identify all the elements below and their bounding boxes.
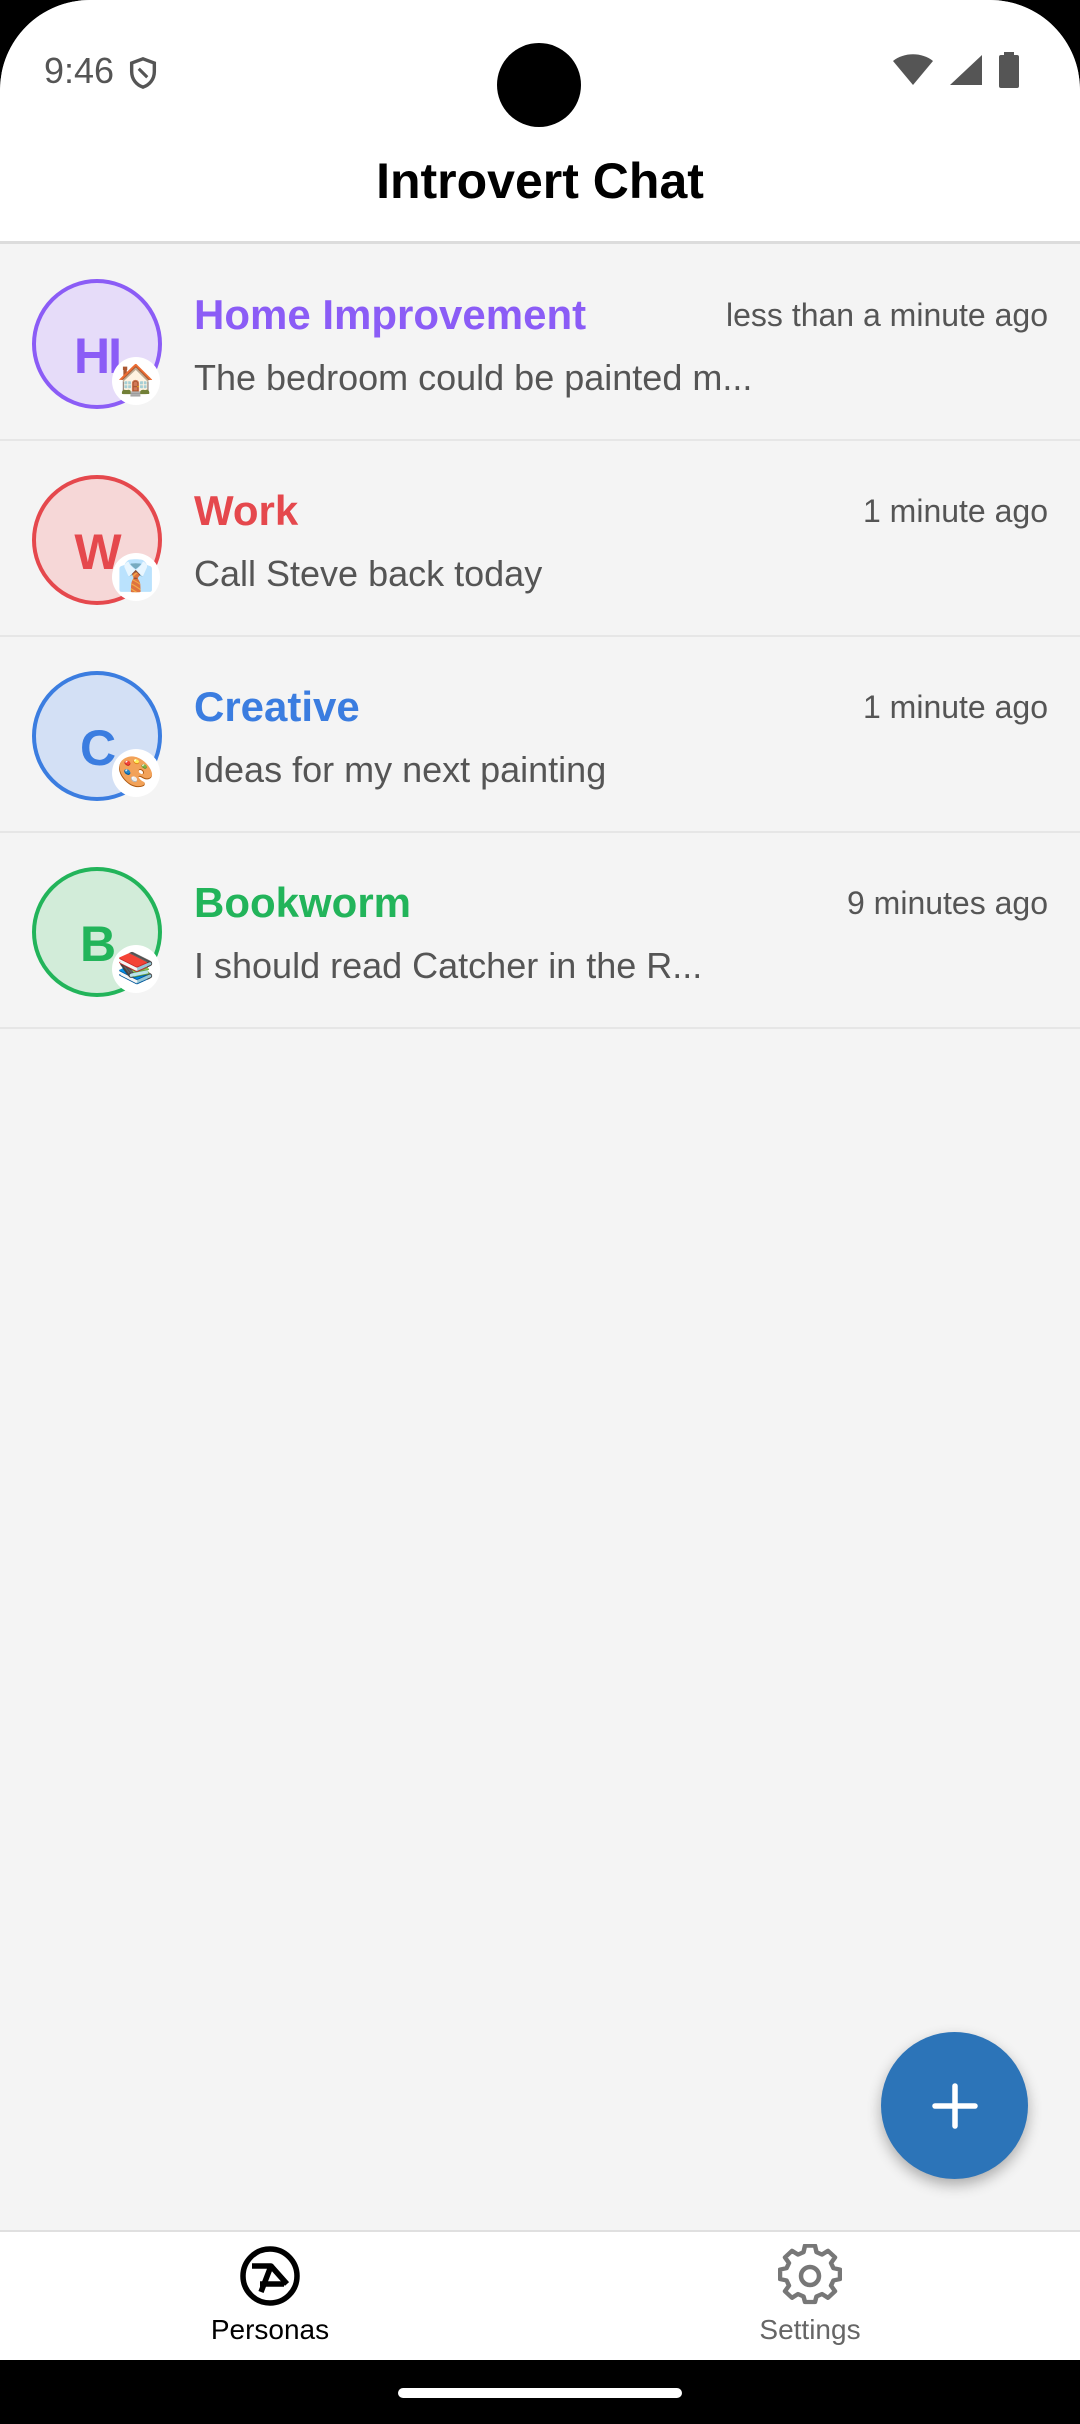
avatar: W 👔 (32, 475, 162, 605)
persona-last-message: I should read Catcher in the R... (194, 945, 703, 986)
signal-icon (950, 55, 982, 85)
page-title: Introvert Chat (376, 153, 704, 209)
bottom-nav: Personas Settings (0, 2230, 1080, 2360)
status-icons (892, 52, 1020, 88)
tab-settings[interactable]: Settings (660, 2244, 960, 2346)
persona-name: Creative (194, 683, 360, 730)
avatar: HI 🏠 (32, 279, 162, 409)
persona-row[interactable]: B 📚 Bookworm 9 minutes ago I should read Cat… (0, 833, 1080, 1029)
home-indicator[interactable] (398, 2388, 682, 2398)
persona-timestamp: 1 minute ago (862, 493, 1048, 529)
app-screen: 9:46 Introvert Chat HI 🏠 Home Improvement l… (0, 0, 1080, 2360)
persona-list: HI 🏠 Home Improvement less than a minute ag… (0, 245, 1080, 1029)
plus-icon (931, 2082, 978, 2129)
tab-personas[interactable]: Personas (120, 2244, 420, 2346)
gesture-bar (0, 2360, 1080, 2424)
tab-settings-label: Settings (759, 2314, 861, 2345)
persona-last-message: Ideas for my next painting (194, 749, 607, 790)
persona-emoji-badge: 🎨 (112, 749, 160, 797)
shield-icon (129, 57, 157, 89)
persona-timestamp: 9 minutes ago (846, 885, 1048, 921)
app-bar: Introvert Chat (0, 140, 1080, 244)
avatar: C 🎨 (32, 671, 162, 801)
persona-row[interactable]: W 👔 Work 1 minute ago Call Steve back today (0, 441, 1080, 637)
persona-emoji-badge: 🏠 (112, 357, 160, 405)
persona-name: Bookworm (194, 879, 412, 926)
persona-last-message: The bedroom could be painted m... (194, 357, 753, 398)
persona-timestamp: less than a minute ago (726, 297, 1048, 333)
persona-name: Home Improvement (194, 291, 587, 338)
persona-emoji-badge: 👔 (112, 553, 160, 601)
tab-personas-label: Personas (210, 2314, 330, 2345)
persona-timestamp: 1 minute ago (862, 689, 1048, 725)
persona-row[interactable]: C 🎨 Creative 1 minute ago Ideas for my next … (0, 637, 1080, 833)
persona-emoji-badge: 📚 (112, 945, 160, 993)
persona-last-message: Call Steve back today (194, 553, 543, 594)
camera-cutout (497, 43, 581, 127)
persona-row[interactable]: HI 🏠 Home Improvement less than a minute ag… (0, 245, 1080, 441)
add-persona-button[interactable] (881, 2032, 1028, 2179)
personas-icon (240, 2246, 300, 2306)
persona-name: Work (194, 487, 299, 534)
gear-icon (778, 2244, 842, 2305)
battery-icon (999, 52, 1019, 88)
status-bar: 9:46 (0, 0, 1080, 140)
status-time: 9:46 (44, 50, 115, 91)
wifi-icon (893, 54, 933, 85)
avatar: B 📚 (32, 867, 162, 997)
